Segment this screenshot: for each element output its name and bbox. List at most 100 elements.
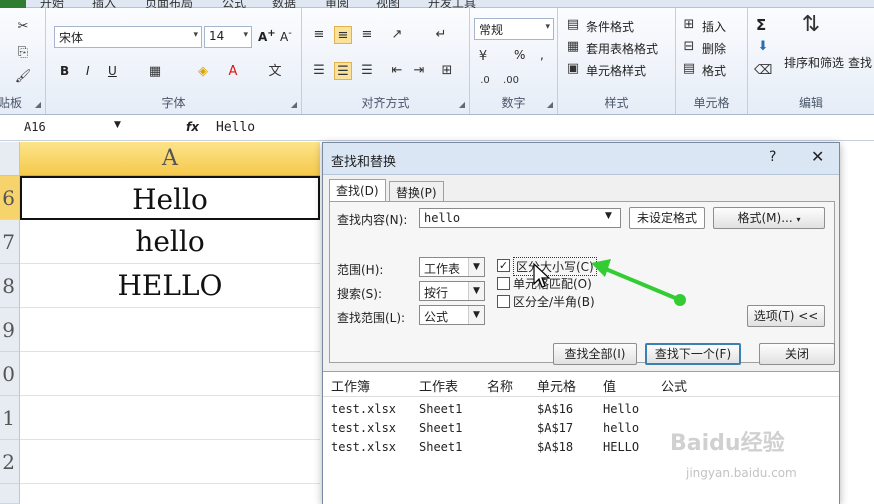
merge-center-icon[interactable]: ⊞: [438, 62, 456, 80]
increase-decimal-icon[interactable]: .0: [476, 72, 494, 90]
match-entire-cell-label[interactable]: 单元格匹配(O): [513, 275, 592, 292]
match-entire-cell-checkbox[interactable]: [497, 277, 510, 290]
align-top-icon[interactable]: ≡: [310, 26, 328, 44]
delete-button[interactable]: 删除: [702, 40, 726, 57]
result-workbook[interactable]: test.xlsx: [331, 440, 396, 454]
select-all-corner[interactable]: [0, 142, 20, 176]
row-header[interactable]: 1: [0, 396, 20, 440]
font-name-combo[interactable]: 宋体 ▾: [54, 26, 202, 48]
cell-a18[interactable]: HELLO: [20, 264, 320, 308]
align-middle-icon[interactable]: ≡: [334, 26, 352, 44]
find-what-input[interactable]: hello: [419, 208, 621, 228]
align-right-icon[interactable]: ☰: [358, 62, 376, 80]
result-value[interactable]: hello: [603, 421, 639, 435]
find-all-button[interactable]: 查找全部(I): [553, 343, 637, 365]
row-header[interactable]: 2: [0, 440, 20, 484]
autosum-button[interactable]: Σ: [756, 16, 766, 34]
look-in-select[interactable]: 公式 ▼: [419, 305, 485, 325]
no-format-set-button[interactable]: 未设定格式: [629, 207, 705, 229]
file-tab[interactable]: [0, 0, 26, 8]
row-header[interactable]: [0, 484, 20, 504]
result-sheet[interactable]: Sheet1: [419, 402, 462, 416]
results-header-workbook[interactable]: 工作簿: [331, 376, 370, 395]
match-case-checkbox[interactable]: ✓: [497, 259, 510, 272]
decrease-decimal-icon[interactable]: .00: [502, 72, 520, 90]
sort-filter-icon[interactable]: ⇅: [796, 14, 826, 44]
bold-button[interactable]: B: [60, 64, 69, 78]
chevron-down-icon[interactable]: ▼: [605, 211, 612, 221]
result-value[interactable]: HELLO: [603, 440, 639, 454]
result-workbook[interactable]: test.xlsx: [331, 402, 396, 416]
align-bottom-icon[interactable]: ≡: [358, 26, 376, 44]
result-value[interactable]: Hello: [603, 402, 639, 416]
result-workbook[interactable]: test.xlsx: [331, 421, 396, 435]
comma-button[interactable]: ,: [540, 48, 544, 62]
tab-find[interactable]: 查找(D): [329, 179, 386, 202]
cell-a22[interactable]: [20, 440, 320, 484]
format-painter-icon[interactable]: 🖌: [14, 68, 32, 86]
formula-input[interactable]: Hello: [216, 120, 255, 135]
close-button[interactable]: 关闭: [759, 343, 835, 365]
match-width-label[interactable]: 区分全/半角(B): [513, 293, 595, 310]
number-launcher-icon[interactable]: ◢: [547, 100, 553, 109]
alignment-launcher-icon[interactable]: ◢: [459, 100, 465, 109]
tab-replace[interactable]: 替换(P): [389, 181, 444, 201]
number-format-combo[interactable]: 常规 ▾: [474, 18, 554, 40]
chevron-down-icon[interactable]: ▼: [114, 120, 121, 130]
orientation-icon[interactable]: ↗: [388, 26, 406, 44]
options-button[interactable]: 选项(T) <<: [747, 305, 825, 327]
align-left-icon[interactable]: ☰: [310, 62, 328, 80]
find-next-button[interactable]: 查找下一个(F): [645, 343, 741, 365]
format-button[interactable]: 格式: [702, 62, 726, 79]
conditional-format-button[interactable]: 条件格式: [586, 18, 634, 35]
wrap-text-icon[interactable]: ↵: [432, 26, 450, 44]
grow-font-button[interactable]: A+: [258, 28, 276, 44]
cell-styles-button[interactable]: 单元格样式: [586, 62, 646, 79]
name-box[interactable]: A16: [18, 118, 128, 138]
phonetic-icon[interactable]: 文: [266, 63, 284, 81]
shrink-font-button[interactable]: A-: [280, 28, 292, 44]
result-cell[interactable]: $A$17: [537, 421, 573, 435]
result-cell[interactable]: $A$18: [537, 440, 573, 454]
cell-a20[interactable]: [20, 352, 320, 396]
results-header-formula[interactable]: 公式: [661, 376, 687, 395]
insert-button[interactable]: 插入: [702, 18, 726, 35]
cell-a21[interactable]: [20, 396, 320, 440]
percent-button[interactable]: %: [514, 48, 525, 62]
fill-icon[interactable]: ⬇: [754, 38, 772, 56]
within-select[interactable]: 工作表 ▼: [419, 257, 485, 277]
row-header[interactable]: 9: [0, 308, 20, 352]
format-dropdown-button[interactable]: 格式(M)... ▾: [713, 207, 825, 229]
row-header[interactable]: 6: [0, 176, 20, 220]
underline-button[interactable]: U: [108, 64, 117, 78]
row-header[interactable]: 0: [0, 352, 20, 396]
cut-icon[interactable]: ✂: [14, 18, 32, 36]
font-launcher-icon[interactable]: ◢: [291, 100, 297, 109]
decrease-indent-icon[interactable]: ⇤: [388, 62, 406, 80]
align-center-icon[interactable]: ☰: [334, 62, 352, 80]
increase-indent-icon[interactable]: ⇥: [410, 62, 428, 80]
fx-icon[interactable]: fx: [186, 120, 199, 134]
results-header-name[interactable]: 名称: [487, 376, 513, 395]
match-width-checkbox[interactable]: [497, 295, 510, 308]
font-size-combo[interactable]: 14 ▾: [204, 26, 252, 48]
currency-icon[interactable]: ¥: [474, 48, 492, 66]
cell-a16[interactable]: Hello: [20, 176, 320, 220]
find-select-button[interactable]: 查找: [848, 54, 872, 71]
copy-icon[interactable]: ⎘: [14, 44, 32, 62]
results-header-value[interactable]: 值: [603, 376, 616, 395]
clear-icon[interactable]: ⌫: [754, 62, 772, 80]
results-header-cell[interactable]: 单元格: [537, 376, 576, 395]
italic-button[interactable]: I: [86, 64, 90, 78]
sort-filter-button[interactable]: 排序和筛选: [784, 54, 844, 71]
close-icon[interactable]: ✕: [811, 147, 824, 166]
font-color-icon[interactable]: A: [224, 63, 242, 81]
results-header-sheet[interactable]: 工作表: [419, 376, 458, 395]
row-header[interactable]: 7: [0, 220, 20, 264]
result-sheet[interactable]: Sheet1: [419, 421, 462, 435]
result-cell[interactable]: $A$16: [537, 402, 573, 416]
fill-color-icon[interactable]: ◈: [194, 63, 212, 81]
cell-a17[interactable]: hello: [20, 220, 320, 264]
clipboard-launcher-icon[interactable]: ◢: [35, 100, 41, 109]
column-header-a[interactable]: A: [20, 142, 320, 176]
